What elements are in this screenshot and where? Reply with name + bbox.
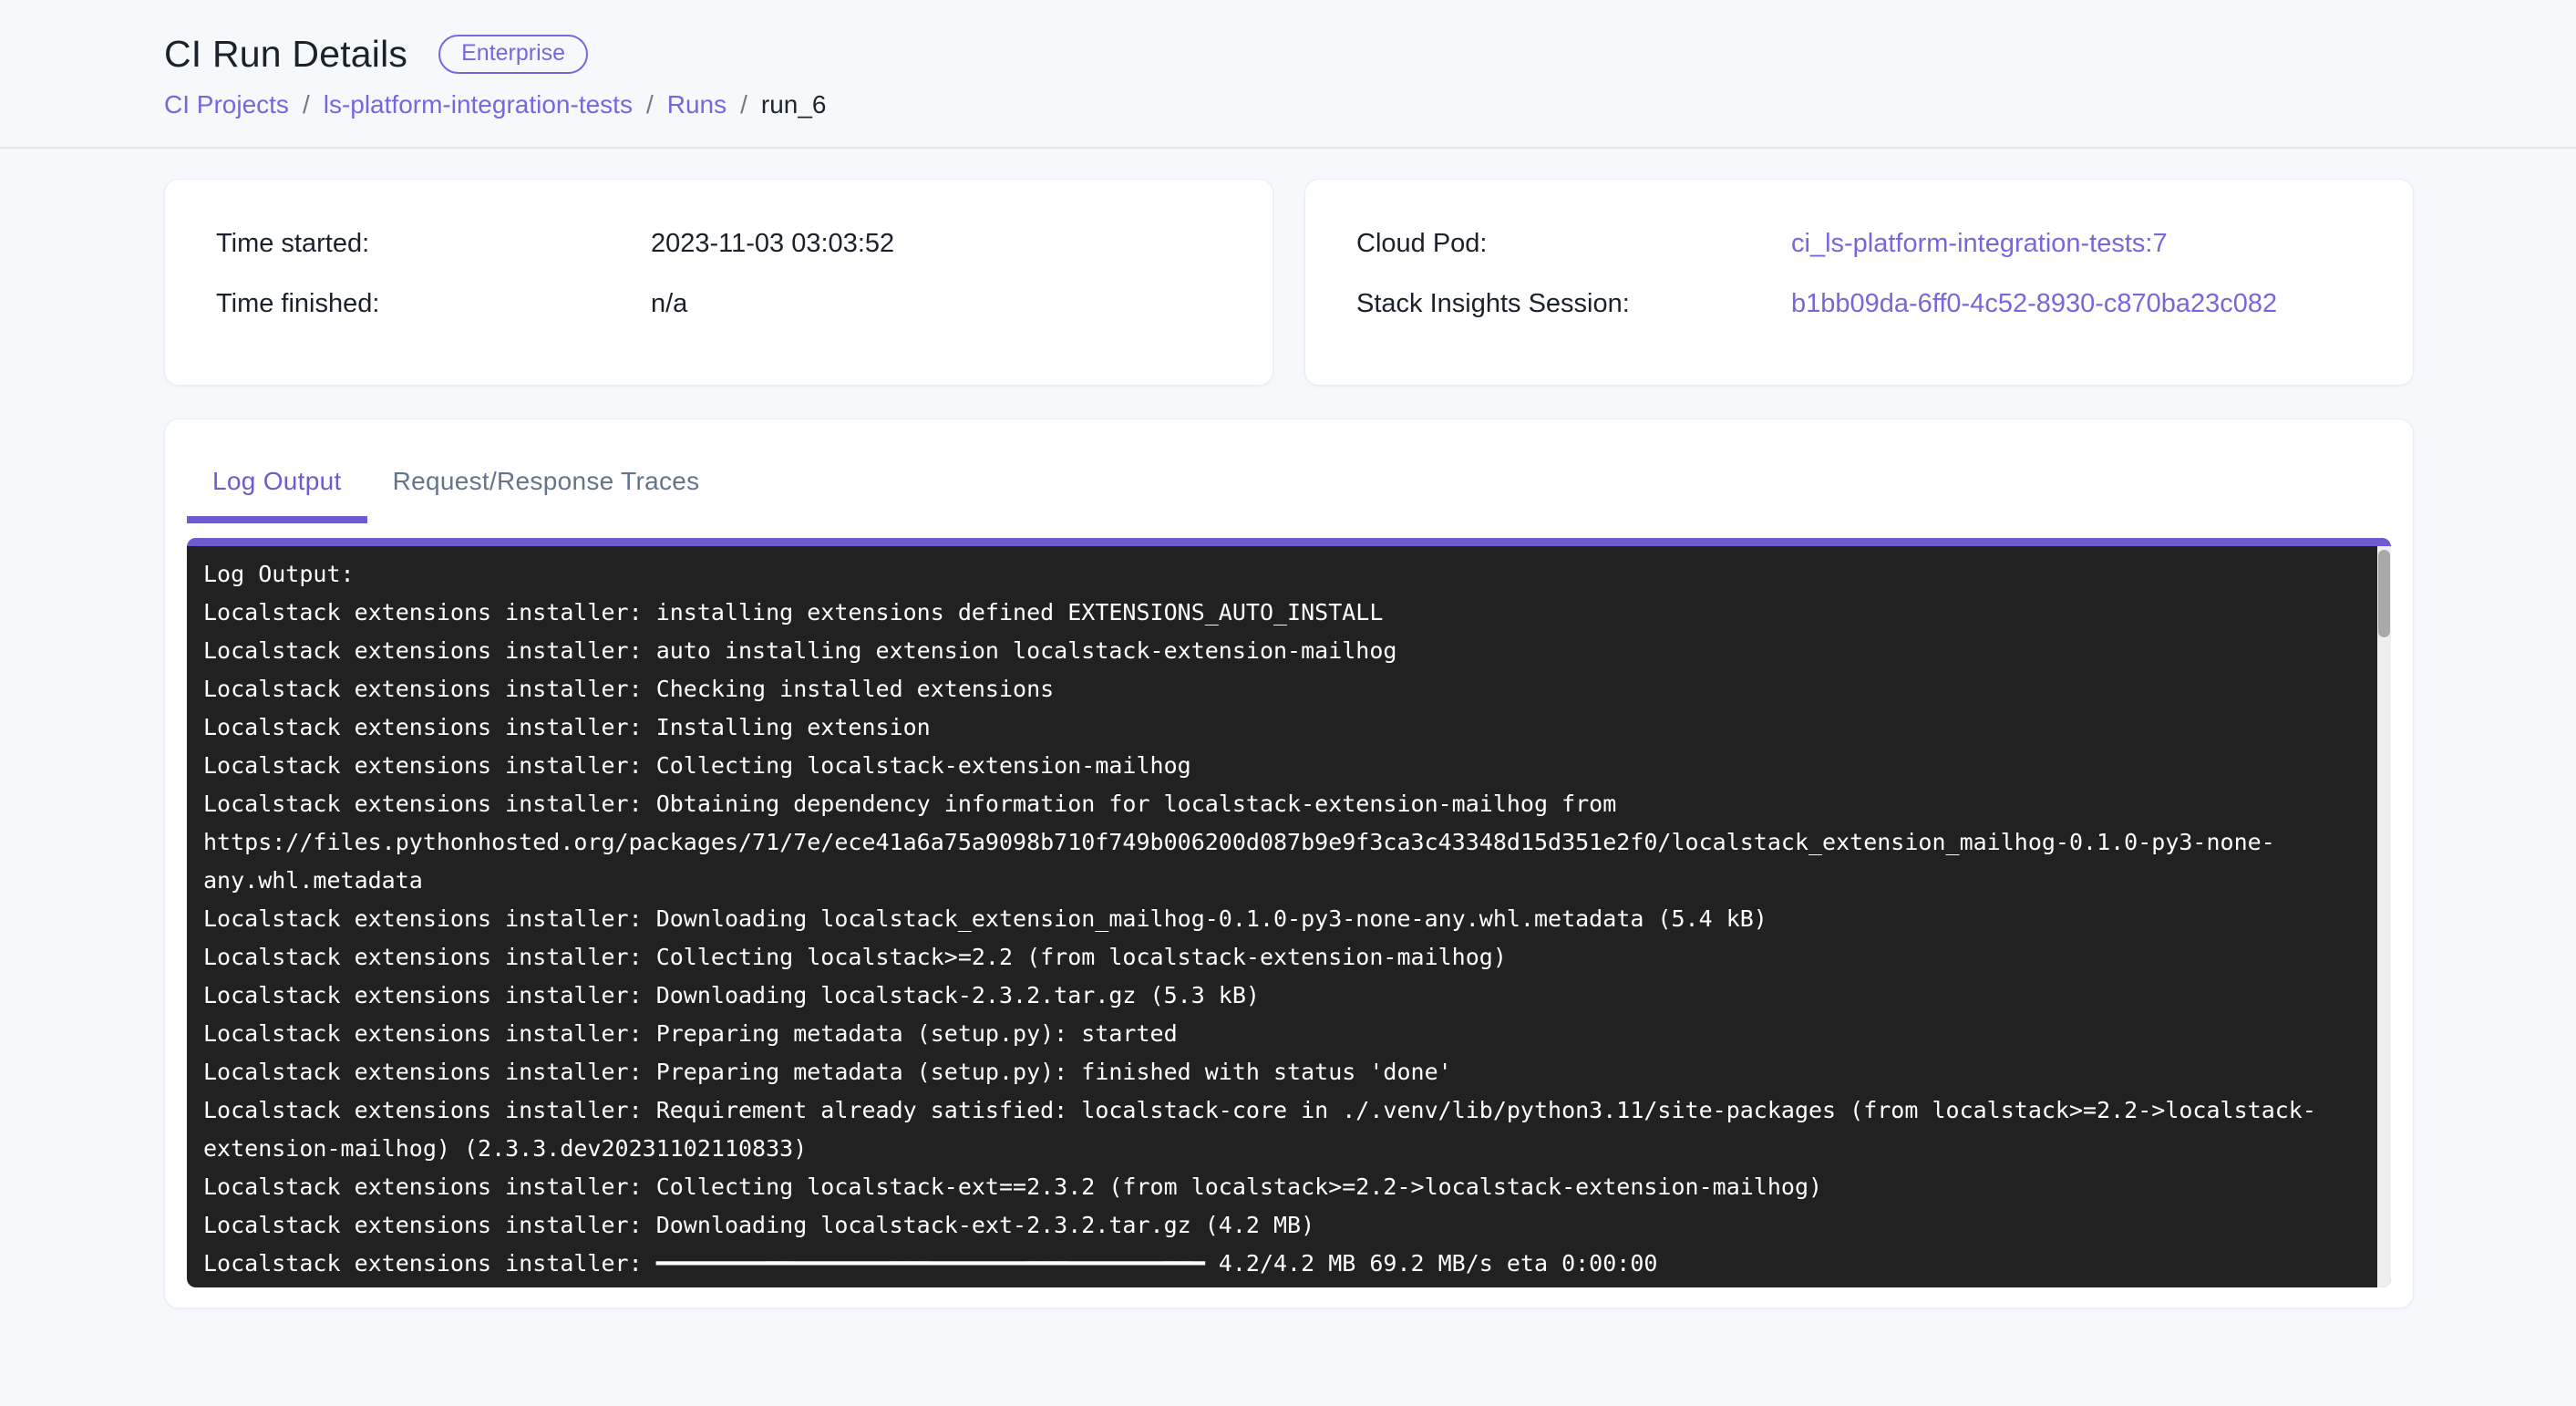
log-line: Localstack extensions installer: Require… bbox=[203, 1091, 2354, 1130]
info-label: Time started: bbox=[216, 229, 651, 259]
breadcrumb-separator: / bbox=[303, 90, 310, 119]
breadcrumb-link-ls-platform-integration-tests[interactable]: ls-platform-integration-tests bbox=[324, 90, 633, 119]
tab-request-response-traces[interactable]: Request/Response Traces bbox=[367, 450, 726, 523]
log-terminal[interactable]: Log Output:Localstack extensions install… bbox=[187, 538, 2391, 1287]
log-line: Localstack extensions installer: Collect… bbox=[203, 938, 2354, 977]
breadcrumb-current: run_6 bbox=[761, 90, 827, 119]
log-output-text: Log Output:Localstack extensions install… bbox=[187, 546, 2391, 1287]
log-line: Localstack extensions installer: Downloa… bbox=[203, 900, 2354, 938]
scrollbar-thumb[interactable] bbox=[2378, 550, 2390, 637]
breadcrumb-separator: / bbox=[646, 90, 654, 119]
log-line: Localstack extensions installer: install… bbox=[203, 594, 2354, 632]
info-value-link[interactable]: ci_ls-platform-integration-tests:7 bbox=[1791, 229, 2362, 259]
log-line: Localstack extensions installer: auto in… bbox=[203, 632, 2354, 670]
progress-bar bbox=[187, 538, 2391, 546]
info-value: n/a bbox=[651, 289, 1221, 319]
log-line: Localstack extensions installer: Prepari… bbox=[203, 1015, 2354, 1053]
log-line: Localstack extensions installer: Install… bbox=[203, 708, 2354, 747]
info-cards-row: Time started:2023-11-03 03:03:52Time fin… bbox=[164, 179, 2414, 386]
log-line: Localstack extensions installer: ━━━━━━━… bbox=[203, 1245, 2354, 1283]
page-header: CI Run Details Enterprise CI Projects / ls… bbox=[0, 0, 2576, 149]
title-row: CI Run Details Enterprise bbox=[164, 33, 2412, 76]
info-label: Stack Insights Session: bbox=[1356, 289, 1791, 319]
info-row: Time started:2023-11-03 03:03:52 bbox=[216, 229, 1221, 259]
breadcrumb-link-runs[interactable]: Runs bbox=[667, 90, 726, 119]
log-line: Localstack extensions installer: Downloa… bbox=[203, 977, 2354, 1015]
log-line: Localstack extensions installer: Collect… bbox=[203, 1168, 2354, 1206]
breadcrumb-separator: / bbox=[740, 90, 747, 119]
log-line: Localstack extensions installer: Prepari… bbox=[203, 1053, 2354, 1091]
log-line: Localstack extensions installer: Obtaini… bbox=[203, 785, 2354, 823]
log-line: Localstack extensions installer: Downloa… bbox=[203, 1206, 2354, 1245]
log-card: Log OutputRequest/Response Traces Log Ou… bbox=[164, 419, 2414, 1308]
info-value: 2023-11-03 03:03:52 bbox=[651, 229, 1221, 259]
enterprise-badge: Enterprise bbox=[438, 35, 588, 74]
info-label: Time finished: bbox=[216, 289, 651, 319]
log-line: Localstack extensions installer: Checkin… bbox=[203, 670, 2354, 708]
info-row: Cloud Pod:ci_ls-platform-integration-tes… bbox=[1356, 229, 2362, 259]
tab-bar: Log OutputRequest/Response Traces bbox=[187, 450, 2391, 523]
info-value-link[interactable]: b1bb09da-6ff0-4c52-8930-c870ba23c082 bbox=[1791, 289, 2362, 319]
info-label: Cloud Pod: bbox=[1356, 229, 1791, 259]
log-line: any.whl.metadata bbox=[203, 862, 2354, 900]
log-line: Localstack extensions installer: Collect… bbox=[203, 747, 2354, 785]
log-line: https://files.pythonhosted.org/packages/… bbox=[203, 823, 2354, 862]
time-info-card: Time started:2023-11-03 03:03:52Time fin… bbox=[164, 179, 1273, 386]
run-links-card: Cloud Pod:ci_ls-platform-integration-tes… bbox=[1304, 179, 2414, 386]
log-line: Log Output: bbox=[203, 555, 2354, 594]
info-row: Time finished:n/a bbox=[216, 289, 1221, 319]
breadcrumb-link-ci-projects[interactable]: CI Projects bbox=[164, 90, 289, 119]
info-row: Stack Insights Session:b1bb09da-6ff0-4c5… bbox=[1356, 289, 2362, 319]
page-title: CI Run Details bbox=[164, 33, 407, 76]
terminal-scrollbar[interactable] bbox=[2377, 546, 2391, 1287]
breadcrumb: CI Projects / ls-platform-integration-test… bbox=[164, 90, 2412, 119]
log-line: extension-mailhog) (2.3.3.dev20231102110… bbox=[203, 1130, 2354, 1168]
tab-log-output[interactable]: Log Output bbox=[187, 450, 367, 523]
main-content: Time started:2023-11-03 03:03:52Time fin… bbox=[0, 149, 2576, 1308]
